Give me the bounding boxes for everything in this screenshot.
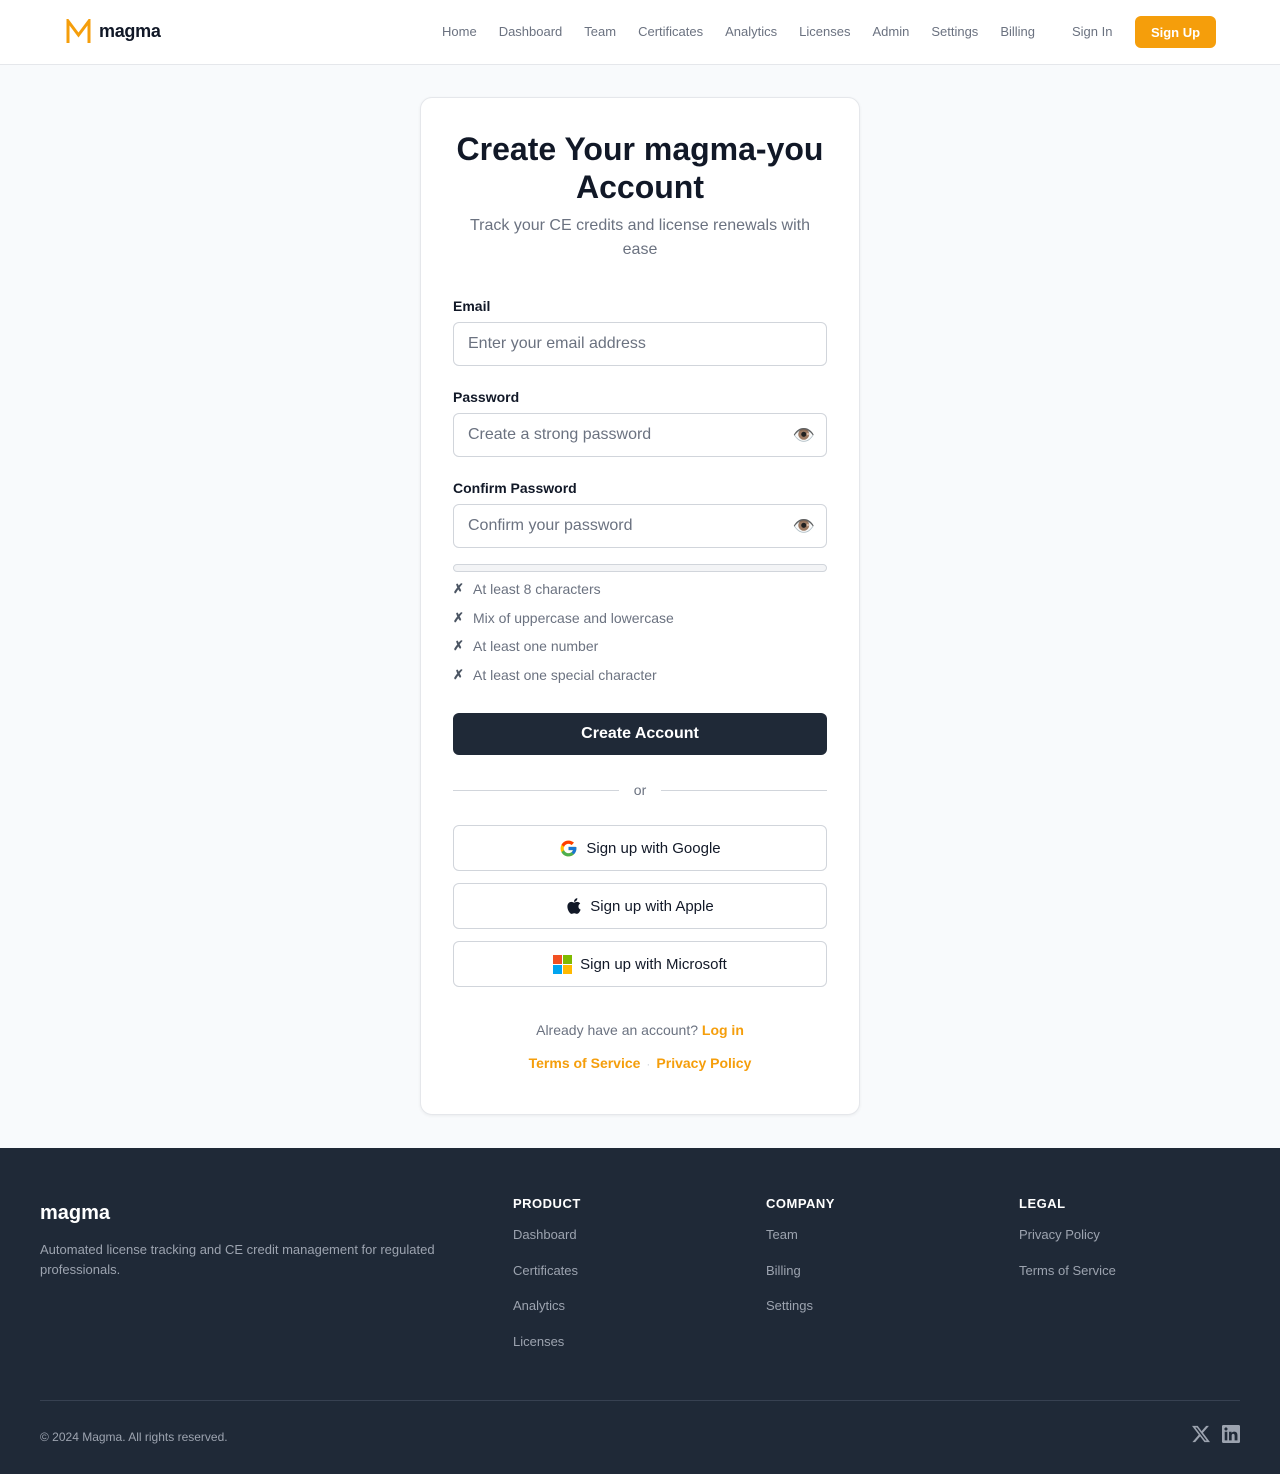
- login-prompt: Already have an account? Log in: [453, 1022, 827, 1038]
- apple-signup-button[interactable]: Sign up with Apple: [453, 883, 827, 929]
- site-footer: magma Automated license tracking and CE …: [0, 1148, 1280, 1474]
- apple-signup-label: Sign up with Apple: [590, 897, 714, 915]
- footer-brand: magma: [40, 1202, 111, 1224]
- list-item: Privacy Policy: [1019, 1226, 1116, 1262]
- google-signup-button[interactable]: Sign up with Google: [453, 825, 827, 871]
- password-input[interactable]: [453, 413, 827, 457]
- microsoft-icon: [553, 954, 573, 974]
- list-item: Analytics: [513, 1297, 581, 1333]
- nav-analytics[interactable]: Analytics: [725, 24, 777, 39]
- email-group: Email: [453, 298, 827, 366]
- footer-column-title: COMPANY: [766, 1196, 835, 1211]
- or-divider: or: [453, 781, 828, 799]
- top-navigation: magma Home Dashboard Team Certificates A…: [0, 0, 1280, 65]
- requirement-text: Mix of uppercase and lowercase: [473, 609, 674, 626]
- confirm-password-input[interactable]: [453, 504, 827, 548]
- login-link[interactable]: Log in: [702, 1022, 744, 1038]
- sign-in-link[interactable]: Sign In: [1072, 24, 1112, 39]
- email-label: Email: [453, 298, 491, 314]
- divider-line: [661, 789, 828, 791]
- footer-link-privacy[interactable]: Privacy Policy: [1019, 1227, 1100, 1242]
- page-title: Create Your magma-you Account: [456, 131, 824, 205]
- list-item: Certificates: [513, 1262, 581, 1298]
- microsoft-signup-button[interactable]: Sign up with Microsoft: [453, 941, 827, 987]
- requirement-text: At least 8 characters: [473, 581, 601, 597]
- list-item: ✗ At least one special character: [453, 664, 827, 693]
- divider-line: [453, 789, 619, 791]
- nav-settings[interactable]: Settings: [931, 24, 978, 39]
- nav-licenses[interactable]: Licenses: [799, 24, 850, 39]
- list-item: ✗ Mix of uppercase and lowercase: [453, 607, 827, 636]
- nav-billing[interactable]: Billing: [1000, 24, 1035, 39]
- legal-links: Terms of Service · Privacy Policy: [453, 1055, 827, 1071]
- footer-link-analytics[interactable]: Analytics: [513, 1298, 565, 1313]
- list-item: Terms of Service: [1019, 1262, 1116, 1298]
- footer-divider: [40, 1400, 1240, 1401]
- confirm-password-group: Confirm Password 👁️: [453, 480, 827, 548]
- footer-column-title: LEGAL: [1019, 1196, 1066, 1211]
- footer-link-licenses[interactable]: Licenses: [513, 1334, 564, 1349]
- footer-column-product: PRODUCT Dashboard Certificates Analytics…: [513, 1196, 581, 1369]
- nav-team[interactable]: Team: [584, 24, 616, 39]
- footer-description: Automated license tracking and CE credit…: [40, 1242, 435, 1277]
- brand-name: magma: [99, 21, 161, 41]
- footer-column-title: PRODUCT: [513, 1196, 581, 1211]
- sign-up-button[interactable]: Sign Up: [1135, 16, 1216, 48]
- legal-separator: ·: [646, 1057, 651, 1071]
- eye-icon[interactable]: 👁️: [793, 425, 815, 445]
- signup-card: Create Your magma-you Account Track your…: [420, 97, 860, 1115]
- footer-link-terms[interactable]: Terms of Service: [1019, 1263, 1116, 1278]
- nav-home[interactable]: Home: [442, 24, 477, 39]
- list-item: Licenses: [513, 1333, 581, 1369]
- password-requirements: ✗ At least 8 characters ✗ Mix of uppercase…: [453, 578, 827, 692]
- nav-admin[interactable]: Admin: [872, 24, 909, 39]
- home-logo-link[interactable]: magma: [66, 19, 161, 44]
- x-mark-icon: ✗: [453, 581, 464, 596]
- footer-link-dashboard[interactable]: Dashboard: [513, 1227, 577, 1242]
- privacy-link[interactable]: Privacy Policy: [656, 1055, 751, 1071]
- create-account-button[interactable]: Create Account: [453, 713, 827, 755]
- list-item: Settings: [766, 1297, 835, 1333]
- email-input[interactable]: [453, 322, 827, 366]
- footer-column-legal: LEGAL Privacy Policy Terms of Service: [1019, 1196, 1116, 1297]
- x-icon[interactable]: [1192, 1425, 1210, 1448]
- signup-page: Create Your magma-you Account Track your…: [0, 65, 1280, 1148]
- list-item: Team: [766, 1226, 835, 1262]
- linkedin-icon[interactable]: [1222, 1425, 1240, 1448]
- list-item: ✗ At least 8 characters: [453, 578, 827, 607]
- footer-link-team[interactable]: Team: [766, 1227, 798, 1242]
- list-item: ✗ At least one number: [453, 635, 827, 664]
- divider-text: or: [633, 782, 647, 798]
- main-nav: Home Dashboard Team Certificates Analyti…: [442, 24, 1057, 39]
- nav-dashboard[interactable]: Dashboard: [499, 24, 563, 39]
- apple-icon: [567, 898, 581, 914]
- login-prompt-text: Already have an account?: [536, 1022, 698, 1038]
- footer-link-settings[interactable]: Settings: [766, 1298, 813, 1313]
- footer-column-company: COMPANY Team Billing Settings: [766, 1196, 835, 1333]
- x-mark-icon: ✗: [453, 609, 464, 625]
- requirement-text: At least one number: [473, 638, 599, 654]
- footer-link-billing[interactable]: Billing: [766, 1263, 801, 1278]
- terms-link[interactable]: Terms of Service: [529, 1055, 641, 1071]
- magma-logo-icon: [66, 19, 91, 43]
- page-subtitle: Track your CE credits and license renewa…: [470, 217, 810, 258]
- password-strength-meter: [453, 564, 827, 572]
- nav-certificates[interactable]: Certificates: [638, 24, 703, 39]
- password-group: Password 👁️: [453, 389, 827, 457]
- microsoft-signup-label: Sign up with Microsoft: [580, 955, 727, 973]
- list-item: Billing: [766, 1262, 835, 1298]
- google-signup-label: Sign up with Google: [586, 839, 721, 857]
- requirement-text: At least one special character: [473, 666, 657, 683]
- google-icon: [560, 840, 577, 856]
- password-label: Password: [453, 389, 520, 405]
- confirm-password-label: Confirm Password: [453, 480, 577, 496]
- eye-icon[interactable]: 👁️: [793, 516, 815, 536]
- x-mark-icon: ✗: [453, 638, 464, 653]
- footer-link-certificates[interactable]: Certificates: [513, 1263, 578, 1278]
- x-mark-icon: ✗: [453, 666, 464, 682]
- copyright-text: © 2024 Magma. All rights reserved.: [40, 1430, 228, 1444]
- list-item: Dashboard: [513, 1226, 581, 1262]
